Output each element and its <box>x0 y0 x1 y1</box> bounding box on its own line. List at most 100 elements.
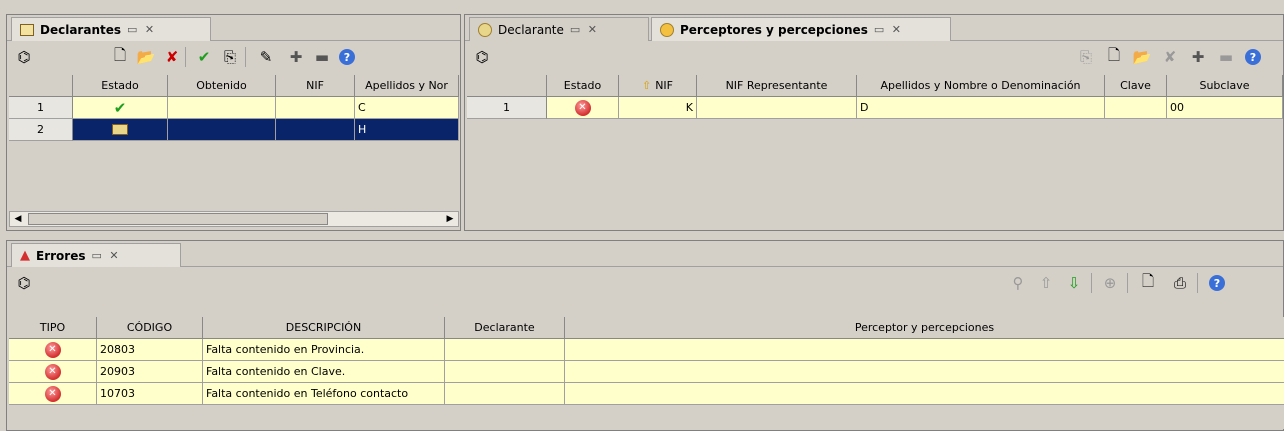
header-nif[interactable]: ⇧ NIF <box>619 75 697 97</box>
add-icon[interactable]: ✚ <box>1189 48 1207 66</box>
arrow-down-icon[interactable]: ⇩ <box>1065 274 1083 292</box>
tab-controls-icon[interactable]: ▭ ✕ <box>874 23 903 36</box>
new-document-icon[interactable]: 🗋 <box>111 46 129 66</box>
table-row[interactable]: ✕ 20903 Falta contenido en Clave. <box>9 361 1284 383</box>
apellidos-cell[interactable]: C <box>355 97 459 119</box>
header-tipo[interactable]: TIPO <box>9 317 97 339</box>
errores-panel: ▲ Errores ▭ ✕ ⌬ ⚲ ⇧ ⇩ ⊕ 🗋 ⎙ ? TIPO CÓDIG… <box>6 240 1284 431</box>
tipo-cell[interactable]: ✕ <box>9 339 97 361</box>
table-row[interactable]: ✕ 20803 Falta contenido en Provincia. <box>9 339 1284 361</box>
help-icon[interactable]: ? <box>339 49 355 65</box>
remove-icon[interactable]: ▬ <box>313 48 331 66</box>
clave-cell[interactable] <box>1105 97 1167 119</box>
header-descripcion[interactable]: DESCRIPCIÓN <box>203 317 445 339</box>
tree-icon[interactable]: ⌬ <box>15 48 33 66</box>
tipo-cell[interactable]: ✕ <box>9 383 97 405</box>
tab-controls-icon[interactable]: ▭ ✕ <box>91 249 120 262</box>
tab-declarantes-label: Declarantes <box>40 22 121 37</box>
nif-representante-cell[interactable] <box>697 97 857 119</box>
table-row[interactable]: 1 ✕ K D 00 <box>467 97 1283 119</box>
edit-icon[interactable]: ✎ <box>257 48 275 66</box>
declarante-icon <box>478 22 492 37</box>
perceptor-cell[interactable] <box>565 339 1284 361</box>
toolbar-separator <box>1091 273 1092 293</box>
header-estado[interactable]: Estado <box>547 75 619 97</box>
apellidos-cell[interactable]: D <box>857 97 1105 119</box>
print-preview-icon[interactable]: 🗋 <box>1139 272 1157 292</box>
remove-icon[interactable]: ▬ <box>1217 48 1235 66</box>
tree-icon[interactable]: ⌬ <box>15 274 33 292</box>
descripcion-cell[interactable]: Falta contenido en Clave. <box>203 361 445 383</box>
codigo-cell[interactable]: 20903 <box>97 361 203 383</box>
toolbar-separator <box>185 47 186 67</box>
descripcion-cell[interactable]: Falta contenido en Provincia. <box>203 339 445 361</box>
toolbar-separator <box>1197 273 1198 293</box>
perceptores-panel: Declarante ▭ ✕ Perceptores y percepcione… <box>464 14 1284 231</box>
apellidos-cell[interactable]: H <box>355 119 459 141</box>
search-icon[interactable]: ⚲ <box>1009 274 1027 292</box>
tab-errores[interactable]: ▲ Errores ▭ ✕ <box>11 243 181 267</box>
header-declarante[interactable]: Declarante <box>445 317 565 339</box>
header-clave[interactable]: Clave <box>1105 75 1167 97</box>
declarante-cell[interactable] <box>445 339 565 361</box>
delete-icon[interactable]: ✘ <box>1161 48 1179 66</box>
validate-icon[interactable]: ✔ <box>195 48 213 66</box>
header-perceptor[interactable]: Perceptor y percepciones <box>565 317 1284 339</box>
horizontal-scrollbar[interactable]: ◀ ▶ <box>9 211 459 227</box>
header-obtenido[interactable]: Obtenido <box>168 75 276 97</box>
row-number[interactable]: 1 <box>9 97 73 119</box>
row-number[interactable]: 2 <box>9 119 73 141</box>
declarantes-toolbar: ⌬ 🗋 📂 ✘ ✔ ⎘ ✎ ✚ ▬ ? <box>7 42 460 72</box>
tab-declarante[interactable]: Declarante ▭ ✕ <box>469 17 649 41</box>
subclave-cell[interactable]: 00 <box>1167 97 1283 119</box>
header-apellidos[interactable]: Apellidos y Nombre o Denominación <box>857 75 1105 97</box>
error-icon: ✕ <box>44 363 61 380</box>
scroll-right-icon[interactable]: ▶ <box>442 212 458 226</box>
table-row[interactable]: ✕ 10703 Falta contenido en Teléfono cont… <box>9 383 1284 405</box>
tab-controls-icon[interactable]: ▭ ✕ <box>570 23 599 36</box>
declarante-cell[interactable] <box>445 383 565 405</box>
nif-cell[interactable] <box>276 119 355 141</box>
tab-controls-icon[interactable]: ▭ ✕ <box>127 23 156 36</box>
tab-declarantes[interactable]: Declarantes ▭ ✕ <box>11 17 211 41</box>
header-subclave[interactable]: Subclave <box>1167 75 1283 97</box>
add-icon[interactable]: ✚ <box>287 48 305 66</box>
tipo-cell[interactable]: ✕ <box>9 361 97 383</box>
table-row[interactable]: 1 ✔ C <box>9 97 459 119</box>
help-icon[interactable]: ? <box>1245 49 1261 65</box>
print-icon[interactable]: ⎙ <box>1171 274 1189 292</box>
open-folder-icon[interactable]: 📂 <box>1133 48 1152 66</box>
header-estado[interactable]: Estado <box>73 75 168 97</box>
status-cell[interactable] <box>73 119 168 141</box>
codigo-cell[interactable]: 20803 <box>97 339 203 361</box>
header-nif-representante[interactable]: NIF Representante <box>697 75 857 97</box>
descripcion-cell[interactable]: Falta contenido en Teléfono contacto <box>203 383 445 405</box>
scroll-left-icon[interactable]: ◀ <box>10 212 26 226</box>
duplicate-icon[interactable]: ⎘ <box>1077 48 1095 66</box>
obtenido-cell[interactable] <box>168 97 276 119</box>
new-document-icon[interactable]: 🗋 <box>1105 46 1123 66</box>
import-icon[interactable]: ⎘ <box>221 48 239 66</box>
perceptor-cell[interactable] <box>565 383 1284 405</box>
status-cell[interactable]: ✔ <box>73 97 168 119</box>
status-cell[interactable]: ✕ <box>547 97 619 119</box>
open-folder-icon[interactable]: 📂 <box>137 48 156 66</box>
obtenido-cell[interactable] <box>168 119 276 141</box>
header-codigo[interactable]: CÓDIGO <box>97 317 203 339</box>
perceptor-cell[interactable] <box>565 361 1284 383</box>
row-number[interactable]: 1 <box>467 97 547 119</box>
table-row-selected[interactable]: 2 H <box>9 119 459 141</box>
scroll-thumb[interactable] <box>28 213 328 225</box>
codigo-cell[interactable]: 10703 <box>97 383 203 405</box>
header-apellidos[interactable]: Apellidos y Nor <box>355 75 459 97</box>
help-icon[interactable]: ? <box>1209 275 1225 291</box>
header-nif[interactable]: NIF <box>276 75 355 97</box>
declarante-cell[interactable] <box>445 361 565 383</box>
tab-perceptores[interactable]: Perceptores y percepciones ▭ ✕ <box>651 17 951 41</box>
arrow-up-icon[interactable]: ⇧ <box>1037 274 1055 292</box>
tree-icon[interactable]: ⌬ <box>473 48 491 66</box>
delete-icon[interactable]: ✘ <box>163 48 181 66</box>
nif-cell[interactable]: K <box>619 97 697 119</box>
zoom-icon[interactable]: ⊕ <box>1101 274 1119 292</box>
nif-cell[interactable] <box>276 97 355 119</box>
